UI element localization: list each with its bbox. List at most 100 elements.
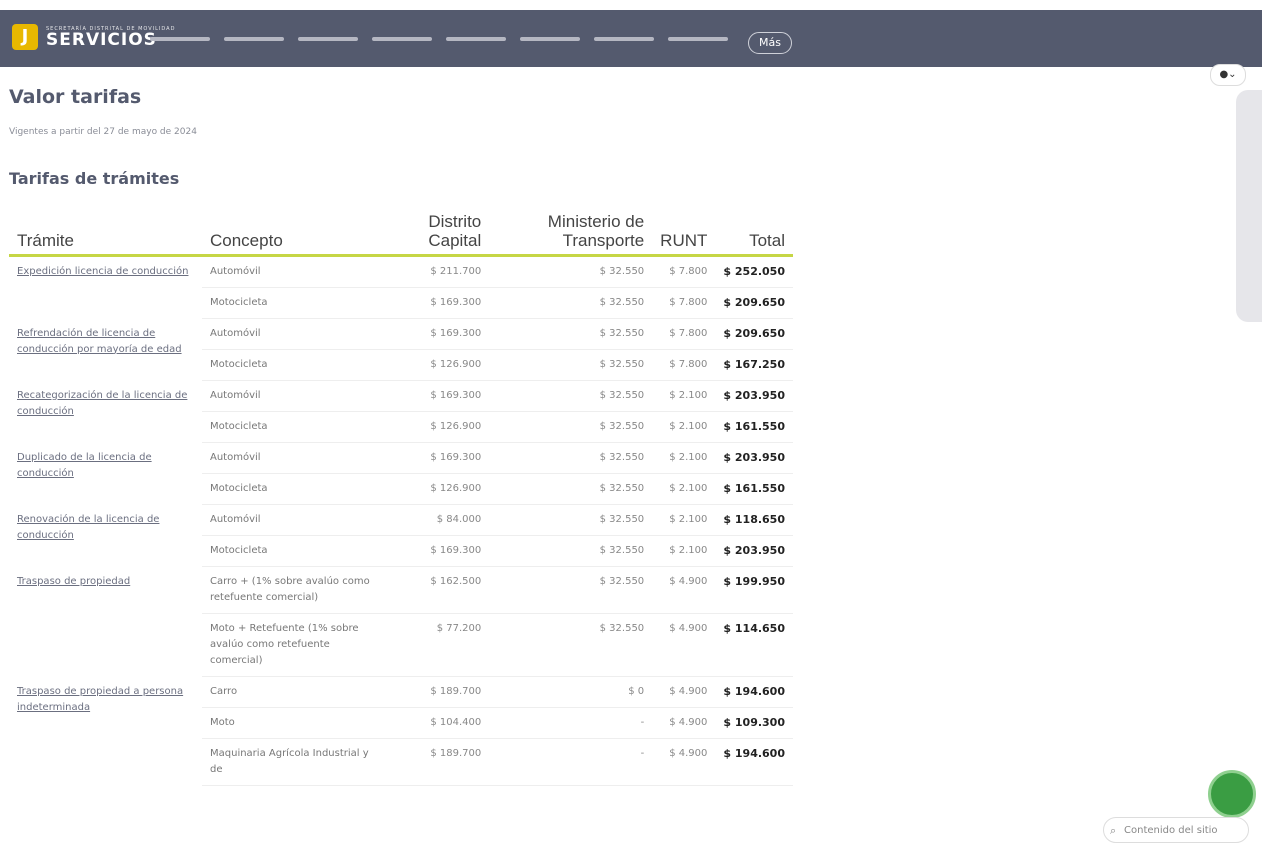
nav-item[interactable] [520,37,580,41]
runt-cell: $ 7.800 [652,318,716,350]
runt-cell: $ 2.100 [652,473,716,505]
tramite-link[interactable]: Refrendación de licencia de conducción p… [17,328,182,355]
tramite-link[interactable]: Expedición licencia de conducción [17,266,188,277]
table-header-row: Trámite Concepto Distrito Capital Minist… [9,212,793,257]
total-cell: $ 203.950 [715,380,793,412]
distrito-cell: $ 169.300 [383,380,490,412]
runt-cell: $ 2.100 [652,535,716,567]
more-button[interactable]: Más [748,32,792,54]
tramite-link[interactable]: Traspaso de propiedad a persona indeterm… [17,686,183,713]
ministerio-cell: $ 32.550 [489,473,653,505]
nav-item[interactable] [150,37,210,41]
header-tramite: Trámite [9,212,202,257]
distrito-cell: $ 126.900 [383,473,490,505]
header-ministerio: Ministerio de Transporte [489,212,653,257]
concepto-cell: Automóvil [202,255,383,288]
tramite-cell: Recategorización de la licencia de condu… [9,381,202,443]
concepto-cell: Maquinaria Agrícola Industrial y de [202,738,383,786]
distrito-cell: $ 169.300 [383,535,490,567]
concepto-cell: Carro [202,676,383,708]
ministerio-cell: $ 32.550 [489,349,653,381]
page-subtitle: Vigentes a partir del 27 de mayo de 2024 [9,127,197,137]
concepto-cell: Motocicleta [202,535,383,567]
distrito-cell: $ 77.200 [383,613,490,677]
table-row: Recategorización de la licencia de condu… [9,380,793,417]
logo-mark-icon: J [12,24,38,50]
table-row: Traspaso de propiedad Carro + (1% sobre a… [9,566,793,614]
nav-item[interactable] [298,37,358,41]
ministerio-cell: - [489,707,653,739]
distrito-cell: $ 211.700 [383,255,490,288]
total-cell: $ 199.950 [715,566,793,614]
total-cell: $ 109.300 [715,707,793,739]
ministerio-cell: - [489,738,653,786]
accessibility-rail[interactable] [1236,90,1262,322]
tramite-cell: Traspaso de propiedad a persona indeterm… [9,677,202,786]
ministerio-cell: $ 32.550 [489,318,653,350]
total-cell: $ 167.250 [715,349,793,381]
concepto-cell: Motocicleta [202,287,383,319]
runt-cell: $ 2.100 [652,442,716,474]
concepto-cell: Carro + (1% sobre avalúo como retefuente… [202,566,383,614]
tramite-link[interactable]: Duplicado de la licencia de conducción [17,452,152,479]
distrito-cell: $ 162.500 [383,566,490,614]
table-row: Duplicado de la licencia de conducción Au… [9,442,793,479]
total-cell: $ 161.550 [715,411,793,443]
page-title: Valor tarifas [9,86,142,108]
total-cell: $ 203.950 [715,442,793,474]
runt-cell: $ 7.800 [652,255,716,288]
distrito-cell: $ 169.300 [383,318,490,350]
tramite-link[interactable]: Renovación de la licencia de conducción [17,514,159,541]
runt-cell: $ 4.900 [652,566,716,614]
nav-item[interactable] [446,37,506,41]
concepto-cell: Moto [202,707,383,739]
total-cell: $ 203.950 [715,535,793,567]
total-cell: $ 209.650 [715,287,793,319]
nav-item[interactable] [372,37,432,41]
tramite-link[interactable]: Traspaso de propiedad [17,576,130,587]
concepto-cell: Automóvil [202,442,383,474]
nav-item[interactable] [224,37,284,41]
table-row: Expedición licencia de conducción Automóv… [9,255,793,288]
table-row: Refrendación de licencia de conducción p… [9,318,793,355]
total-cell: $ 118.650 [715,504,793,536]
total-cell: $ 114.650 [715,613,793,677]
ministerio-cell: $ 32.550 [489,380,653,412]
distrito-cell: $ 126.900 [383,411,490,443]
concepto-cell: Moto + Retefuente (1% sobre avalúo como … [202,613,383,677]
section-title: Tarifas de trámites [9,169,180,188]
runt-cell: $ 4.900 [652,676,716,708]
concepto-cell: Automóvil [202,318,383,350]
nav-item[interactable] [668,37,728,41]
distrito-cell: $ 169.300 [383,287,490,319]
nav-item[interactable] [594,37,654,41]
ministerio-cell: $ 32.550 [489,255,653,288]
ministerio-cell: $ 32.550 [489,566,653,614]
runt-cell: $ 7.800 [652,287,716,319]
ministerio-cell: $ 32.550 [489,613,653,677]
ministerio-cell: $ 32.550 [489,535,653,567]
chat-icon[interactable] [1208,770,1256,818]
distrito-cell: $ 189.700 [383,676,490,708]
ministerio-cell: $ 32.550 [489,504,653,536]
runt-cell: $ 2.100 [652,380,716,412]
top-header: J SECRETARÍA DISTRITAL DE MOVILIDAD SERV… [0,10,1262,67]
concepto-cell: Motocicleta [202,349,383,381]
ministerio-cell: $ 32.550 [489,442,653,474]
distrito-cell: $ 84.000 [383,504,490,536]
language-selector[interactable]: ●⌄ [1210,64,1246,86]
header-runt: RUNT [652,212,716,257]
tarifas-table: Trámite Concepto Distrito Capital Minist… [9,212,793,786]
runt-cell: $ 2.100 [652,504,716,536]
distrito-cell: $ 169.300 [383,442,490,474]
tramite-cell: Traspaso de propiedad [9,567,202,677]
concepto-cell: Automóvil [202,380,383,412]
concepto-cell: Automóvil [202,504,383,536]
site-search-input[interactable]: ⌕ Contenido del sitio [1103,817,1249,843]
table-row: Renovación de la licencia de conducción A… [9,504,793,541]
tramite-cell: Expedición licencia de conducción [9,256,202,319]
distrito-cell: $ 126.900 [383,349,490,381]
header-total: Total [715,212,793,257]
tramite-link[interactable]: Recategorización de la licencia de condu… [17,390,187,417]
table-body: Expedición licencia de conducción Automóv… [9,255,793,786]
